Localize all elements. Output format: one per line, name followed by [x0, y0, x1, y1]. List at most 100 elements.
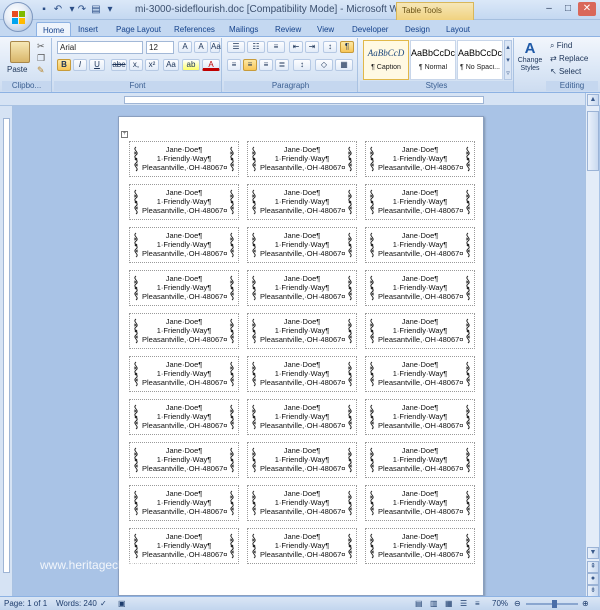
- open-icon[interactable]: ▤: [90, 4, 102, 16]
- macro-icon[interactable]: ▣: [118, 599, 126, 608]
- paste-icon[interactable]: [10, 41, 30, 63]
- address-label[interactable]: Jane·Doe¶ 1·Friendly·Way¶ Pleasantville,·O…: [247, 356, 357, 392]
- view-outline-icon[interactable]: ☰: [460, 599, 467, 608]
- zoom-out-icon[interactable]: ⊖: [514, 599, 521, 608]
- shrink-font-icon[interactable]: A: [194, 41, 208, 53]
- clear-format-icon[interactable]: Aa: [210, 41, 221, 53]
- address-label[interactable]: Jane·Doe¶ 1·Friendly·Way¶ Pleasantville,·O…: [365, 485, 475, 521]
- justify-icon[interactable]: ≣: [275, 59, 289, 71]
- italic-button[interactable]: I: [73, 59, 87, 71]
- address-label[interactable]: Jane·Doe¶ 1·Friendly·Way¶ Pleasantville,·O…: [129, 313, 239, 349]
- tab-home[interactable]: Home: [36, 22, 72, 36]
- maximize-icon[interactable]: □: [559, 2, 577, 16]
- increase-indent-icon[interactable]: ⇥: [305, 41, 319, 53]
- highlight-button[interactable]: ab: [182, 59, 200, 71]
- align-right-icon[interactable]: ≡: [259, 59, 273, 71]
- shading-icon[interactable]: ◇: [315, 59, 333, 71]
- undo-icon[interactable]: ↶: [52, 4, 64, 16]
- view-print-layout-icon[interactable]: ▤: [415, 599, 423, 608]
- address-label[interactable]: Jane·Doe¶ 1·Friendly·Way¶ Pleasantville,·O…: [365, 227, 475, 263]
- bullets-icon[interactable]: ☰: [227, 41, 245, 53]
- replace-button[interactable]: ⇄ Replace: [550, 54, 588, 63]
- browse-object-icon[interactable]: ●: [587, 573, 599, 585]
- proofing-icon[interactable]: ✓: [100, 599, 107, 608]
- minimize-icon[interactable]: –: [540, 2, 558, 16]
- scroll-up-icon[interactable]: ▲: [587, 94, 599, 106]
- address-label[interactable]: Jane·Doe¶ 1·Friendly·Way¶ Pleasantville,·O…: [365, 399, 475, 435]
- address-label[interactable]: Jane·Doe¶ 1·Friendly·Way¶ Pleasantville,·O…: [129, 442, 239, 478]
- styles-scroll[interactable]: ▴ ▾ ▿: [504, 40, 512, 80]
- address-label[interactable]: Jane·Doe¶ 1·Friendly·Way¶ Pleasantville,·O…: [365, 270, 475, 306]
- bold-button[interactable]: B: [57, 59, 71, 71]
- decrease-indent-icon[interactable]: ⇤: [289, 41, 303, 53]
- find-button[interactable]: ⌕ Find: [550, 41, 572, 51]
- scroll-down-icon[interactable]: ▼: [587, 547, 599, 559]
- tab-layout[interactable]: Layout: [446, 22, 470, 36]
- customize-qat-icon[interactable]: ▾: [104, 4, 116, 16]
- line-spacing-icon[interactable]: ↕: [293, 59, 311, 71]
- address-label[interactable]: Jane·Doe¶ 1·Friendly·Way¶ Pleasantville,·O…: [247, 184, 357, 220]
- address-label[interactable]: Jane·Doe¶ 1·Friendly·Way¶ Pleasantville,·O…: [247, 528, 357, 564]
- zoom-slider-thumb[interactable]: [552, 600, 557, 608]
- superscript-button[interactable]: x²: [145, 59, 159, 71]
- address-label[interactable]: Jane·Doe¶ 1·Friendly·Way¶ Pleasantville,·O…: [365, 356, 475, 392]
- align-center-icon[interactable]: ≡: [243, 59, 257, 71]
- multilevel-list-icon[interactable]: ≡: [267, 41, 285, 53]
- address-label[interactable]: Jane·Doe¶ 1·Friendly·Way¶ Pleasantville,·O…: [129, 184, 239, 220]
- view-full-screen-icon[interactable]: ▥: [430, 599, 438, 608]
- address-label[interactable]: Jane·Doe¶ 1·Friendly·Way¶ Pleasantville,·O…: [129, 356, 239, 392]
- borders-icon[interactable]: ▦: [335, 59, 353, 71]
- tab-review[interactable]: Review: [275, 22, 301, 36]
- save-icon[interactable]: ▪: [38, 4, 50, 16]
- address-label[interactable]: Jane·Doe¶ 1·Friendly·Way¶ Pleasantville,·O…: [129, 485, 239, 521]
- address-label[interactable]: Jane·Doe¶ 1·Friendly·Way¶ Pleasantville,·O…: [365, 184, 475, 220]
- address-label[interactable]: Jane·Doe¶ 1·Friendly·Way¶ Pleasantville,·O…: [129, 270, 239, 306]
- address-label[interactable]: Jane·Doe¶ 1·Friendly·Way¶ Pleasantville,·O…: [129, 227, 239, 263]
- address-label[interactable]: Jane·Doe¶ 1·Friendly·Way¶ Pleasantville,·O…: [247, 227, 357, 263]
- office-button[interactable]: [3, 2, 33, 32]
- zoom-level[interactable]: 70%: [492, 599, 508, 608]
- font-name-field[interactable]: Arial: [57, 41, 143, 54]
- paste-label[interactable]: Paste: [7, 65, 27, 74]
- tab-insert[interactable]: Insert: [78, 22, 98, 36]
- address-label[interactable]: Jane·Doe¶ 1·Friendly·Way¶ Pleasantville,·O…: [247, 485, 357, 521]
- copy-icon[interactable]: ❐: [37, 53, 45, 64]
- address-label[interactable]: Jane·Doe¶ 1·Friendly·Way¶ Pleasantville,·O…: [365, 528, 475, 564]
- document-page[interactable]: Jane·Doe¶ 1·Friendly·Way¶ Pleasantville,·O…: [118, 116, 484, 596]
- close-icon[interactable]: ✕: [578, 2, 596, 16]
- view-draft-icon[interactable]: ≡: [475, 599, 480, 608]
- address-label[interactable]: Jane·Doe¶ 1·Friendly·Way¶ Pleasantville,·O…: [365, 442, 475, 478]
- view-web-layout-icon[interactable]: ▦: [445, 599, 453, 608]
- show-formatting-button[interactable]: ¶: [340, 41, 354, 53]
- change-case-button[interactable]: Aa: [163, 59, 179, 71]
- sort-icon[interactable]: ↕: [323, 41, 337, 53]
- align-left-icon[interactable]: ≡: [227, 59, 241, 71]
- tab-view[interactable]: View: [317, 22, 334, 36]
- redo-icon[interactable]: ↷: [76, 4, 88, 16]
- address-label[interactable]: Jane·Doe¶ 1·Friendly·Way¶ Pleasantville,·O…: [247, 313, 357, 349]
- subscript-button[interactable]: x,: [129, 59, 143, 71]
- table-move-handle-icon[interactable]: +: [121, 131, 128, 138]
- numbering-icon[interactable]: ☷: [247, 41, 265, 53]
- address-label[interactable]: Jane·Doe¶ 1·Friendly·Way¶ Pleasantville,·O…: [365, 313, 475, 349]
- font-color-button[interactable]: A: [202, 59, 220, 71]
- tab-design[interactable]: Design: [405, 22, 430, 36]
- address-label[interactable]: Jane·Doe¶ 1·Friendly·Way¶ Pleasantville,·O…: [129, 141, 239, 177]
- address-label[interactable]: Jane·Doe¶ 1·Friendly·Way¶ Pleasantville,·O…: [129, 399, 239, 435]
- tab-references[interactable]: References: [174, 22, 215, 36]
- address-label[interactable]: Jane·Doe¶ 1·Friendly·Way¶ Pleasantville,·O…: [247, 270, 357, 306]
- horizontal-ruler-scale[interactable]: [124, 96, 484, 104]
- vertical-scrollbar[interactable]: ▲ ▼ ⇞ ● ⇟: [585, 93, 599, 597]
- zoom-in-icon[interactable]: ⊕: [582, 599, 589, 608]
- style-no-spacing[interactable]: AaBbCcDc ¶ No Spaci...: [457, 40, 503, 80]
- previous-page-icon[interactable]: ⇞: [587, 561, 599, 573]
- address-label[interactable]: Jane·Doe¶ 1·Friendly·Way¶ Pleasantville,·O…: [247, 399, 357, 435]
- format-painter-icon[interactable]: ✎: [37, 65, 45, 76]
- scroll-thumb[interactable]: [587, 111, 599, 171]
- address-label[interactable]: Jane·Doe¶ 1·Friendly·Way¶ Pleasantville,·O…: [365, 141, 475, 177]
- vertical-ruler-scale[interactable]: [3, 118, 10, 573]
- cut-icon[interactable]: ✂: [37, 41, 45, 52]
- address-label[interactable]: Jane·Doe¶ 1·Friendly·Way¶ Pleasantville,·O…: [247, 141, 357, 177]
- word-count[interactable]: Words: 240: [56, 599, 97, 608]
- tab-mailings[interactable]: Mailings: [229, 22, 258, 36]
